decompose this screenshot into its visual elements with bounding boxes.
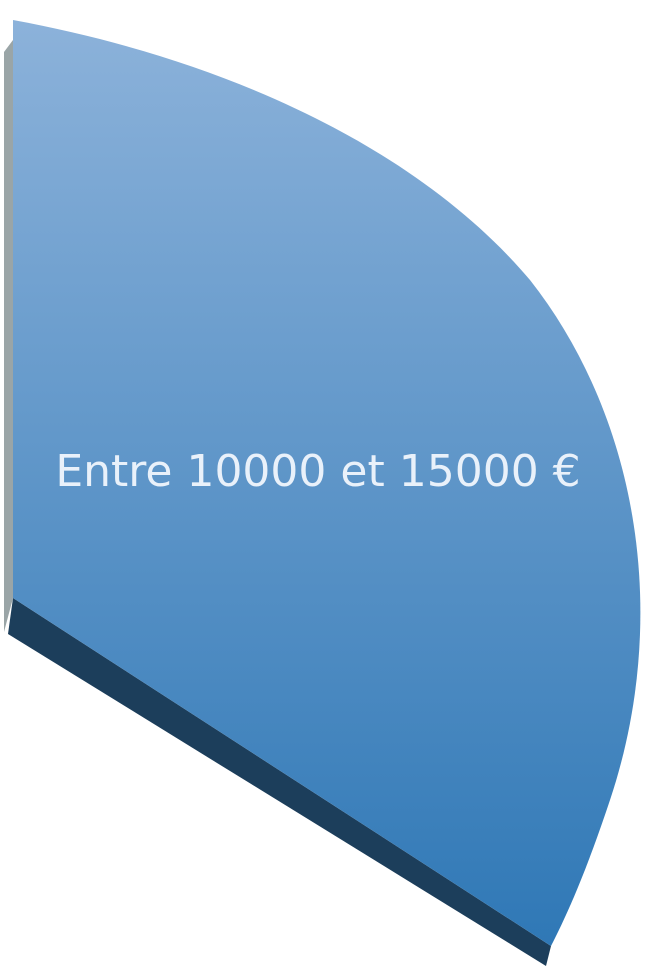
pie-slice-left-edge: [4, 40, 13, 632]
pie-chart: Entre 10000 et 15000 €: [4, 20, 641, 966]
pie-slice-label: Entre 10000 et 15000 €: [55, 446, 580, 497]
